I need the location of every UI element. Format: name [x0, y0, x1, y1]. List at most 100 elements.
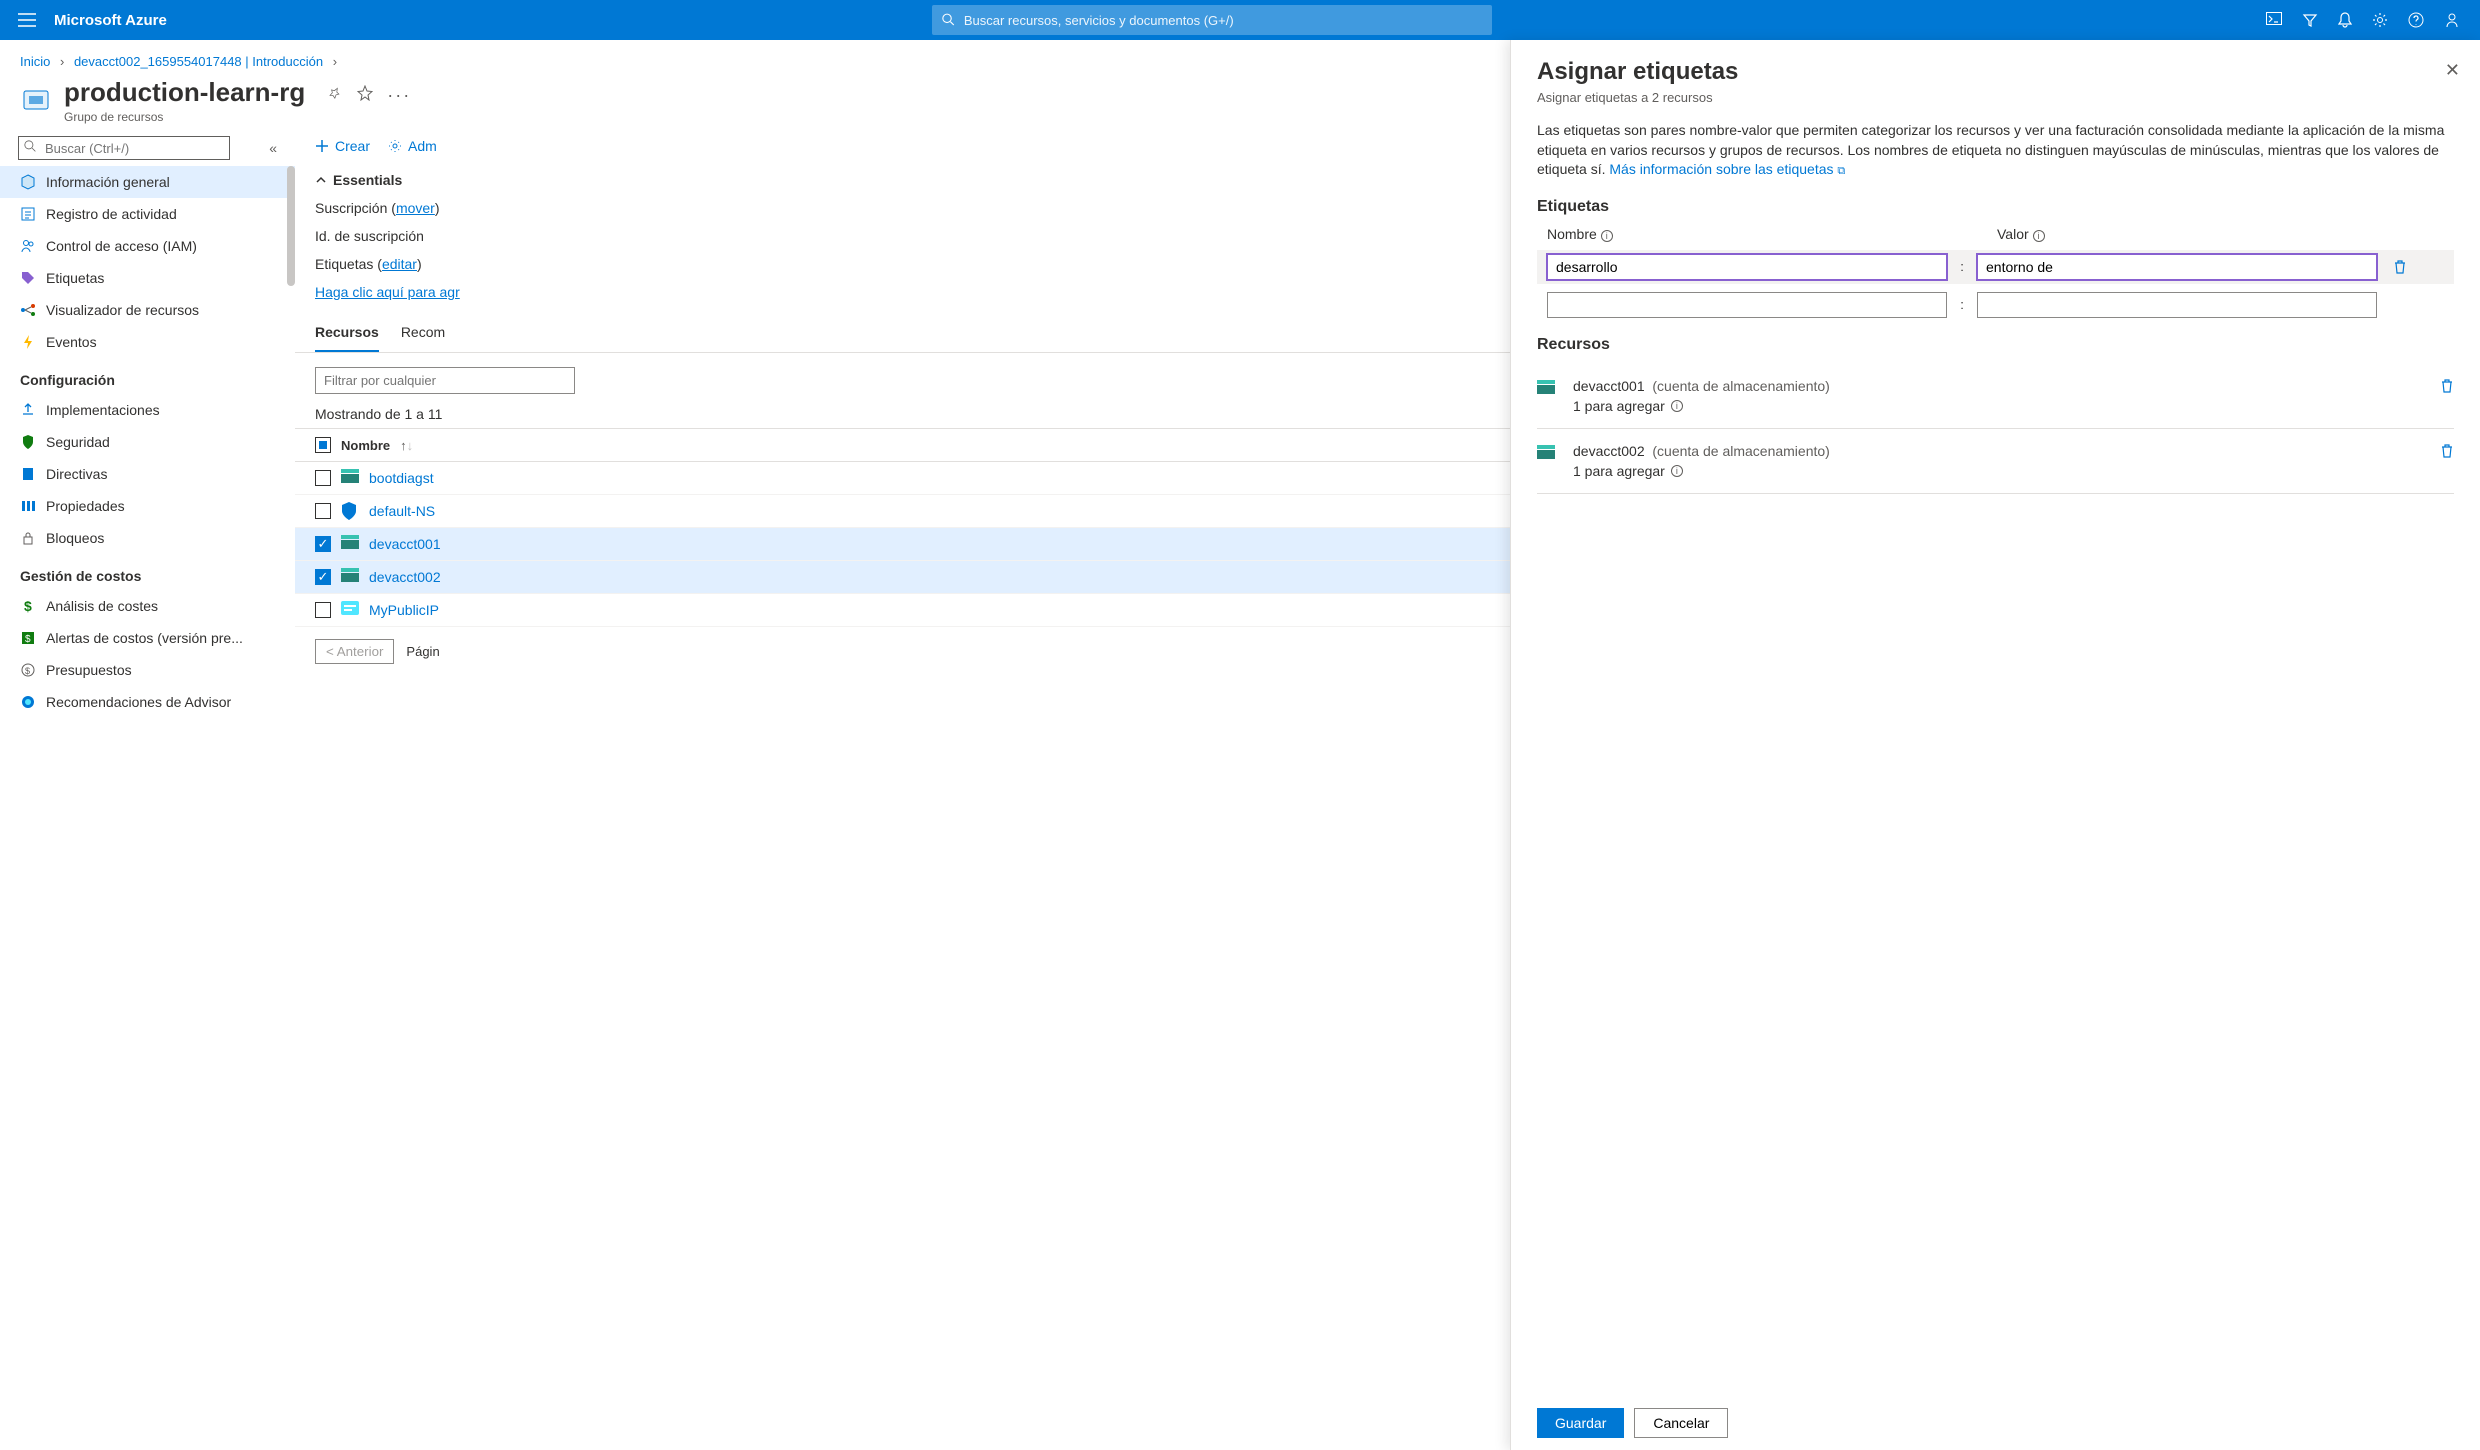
external-link-icon: ⧉ — [1837, 165, 1845, 177]
settings-icon[interactable] — [2364, 4, 2396, 36]
sidebar-item-tags[interactable]: Etiquetas — [0, 262, 295, 294]
tag-name-input[interactable] — [1547, 254, 1947, 280]
delete-tag-icon[interactable] — [2393, 259, 2407, 275]
resource-item: devacct001 (cuenta de almacenamiento)1 p… — [1537, 364, 2454, 429]
panel-subtitle: Asignar etiquetas a 2 recursos — [1537, 90, 2454, 105]
lightning-icon — [20, 334, 36, 350]
tag-icon — [20, 270, 36, 286]
pin-icon[interactable] — [327, 85, 343, 106]
add-tags-link[interactable]: Haga clic aquí para agr — [315, 284, 460, 300]
storage-icon — [1537, 445, 1559, 463]
sidebar-item-activity-log[interactable]: Registro de actividad — [0, 198, 295, 230]
search-icon — [24, 140, 37, 153]
cloud-shell-icon[interactable] — [2258, 4, 2290, 36]
create-button[interactable]: Crear — [315, 138, 370, 154]
resource-name[interactable]: devacct002 — [369, 569, 441, 585]
sidebar-item-resource-visualizer[interactable]: Visualizador de recursos — [0, 294, 295, 326]
svg-text:$: $ — [25, 666, 30, 676]
filter-input[interactable] — [315, 367, 575, 394]
resources-section-heading: Recursos — [1537, 336, 2454, 354]
resource-name[interactable]: devacct001 — [369, 536, 441, 552]
assign-tags-panel: ✕ Asignar etiquetas Asignar etiquetas a … — [1510, 40, 2480, 1450]
sidebar-item-overview[interactable]: Información general — [0, 166, 295, 198]
info-icon[interactable]: i — [2033, 230, 2045, 242]
log-icon — [20, 206, 36, 222]
sidebar-item-events[interactable]: Eventos — [0, 326, 295, 358]
global-search-input[interactable] — [964, 13, 1483, 28]
upload-icon — [20, 402, 36, 418]
sort-icon[interactable]: ↑↓ — [400, 438, 413, 453]
brand-label: Microsoft Azure — [54, 12, 167, 29]
edit-tags-link[interactable]: editar — [382, 256, 417, 272]
sidebar-search-input[interactable] — [18, 136, 230, 160]
resource-item-type: (cuenta de almacenamiento) — [1652, 443, 1829, 459]
sidebar-item-cost-alerts[interactable]: $Alertas de costos (versión pre... — [0, 622, 295, 654]
sidebar-item-cost-analysis[interactable]: $Análisis de costes — [0, 590, 295, 622]
delete-resource-icon[interactable] — [2440, 443, 2454, 459]
ip-icon — [341, 601, 359, 619]
notifications-icon[interactable] — [2330, 4, 2360, 36]
hamburger-icon[interactable] — [12, 7, 42, 33]
sidebar-section-config: Configuración — [0, 358, 295, 394]
move-link[interactable]: mover — [396, 200, 435, 216]
resource-name[interactable]: default-NS — [369, 503, 435, 519]
more-icon[interactable]: ··· — [387, 85, 411, 106]
sidebar-item-advisor[interactable]: Recomendaciones de Advisor — [0, 686, 295, 718]
sidebar-item-locks[interactable]: Bloqueos — [0, 522, 295, 554]
row-checkbox[interactable] — [315, 470, 331, 486]
global-search[interactable] — [932, 5, 1492, 35]
svg-text:$: $ — [24, 598, 32, 614]
sidebar-item-policies[interactable]: Directivas — [0, 458, 295, 490]
row-checkbox[interactable] — [315, 503, 331, 519]
tab-resources[interactable]: Recursos — [315, 324, 379, 352]
tag-col-name: Nombre i — [1547, 226, 1947, 242]
tag-value-input[interactable] — [1977, 292, 2377, 318]
storage-icon — [1537, 380, 1559, 398]
svg-text:$: $ — [25, 634, 31, 645]
filter-icon[interactable] — [2294, 4, 2326, 36]
learn-more-link[interactable]: Más información sobre las etiquetas ⧉ — [1609, 161, 1845, 177]
sidebar-item-deployments[interactable]: Implementaciones — [0, 394, 295, 426]
info-icon[interactable]: i — [1671, 400, 1683, 412]
row-checkbox[interactable]: ✓ — [315, 536, 331, 552]
help-icon[interactable] — [2400, 4, 2432, 36]
sidebar-item-budgets[interactable]: $Presupuestos — [0, 654, 295, 686]
breadcrumb-item[interactable]: devacct002_1659554017448 | Introducción — [74, 54, 323, 69]
storage-icon — [341, 535, 359, 553]
save-button[interactable]: Guardar — [1537, 1408, 1624, 1438]
budget-icon: $ — [20, 662, 36, 678]
info-icon[interactable]: i — [1601, 230, 1613, 242]
tab-recommendations[interactable]: Recom — [401, 324, 445, 352]
breadcrumb-home[interactable]: Inicio — [20, 54, 50, 69]
sidebar: « Información general Registro de activi… — [0, 130, 295, 1450]
collapse-sidebar-icon[interactable]: « — [269, 140, 277, 156]
tag-value-input[interactable] — [1977, 254, 2377, 280]
resource-name[interactable]: MyPublicIP — [369, 602, 439, 618]
sidebar-item-properties[interactable]: Propiedades — [0, 490, 295, 522]
row-checkbox[interactable]: ✓ — [315, 569, 331, 585]
cancel-button[interactable]: Cancelar — [1634, 1408, 1728, 1438]
sidebar-item-security[interactable]: Seguridad — [0, 426, 295, 458]
manage-button[interactable]: Adm — [388, 138, 437, 154]
sidebar-section-cost: Gestión de costos — [0, 554, 295, 590]
col-name[interactable]: Nombre — [341, 438, 390, 453]
storage-icon — [341, 568, 359, 586]
row-checkbox[interactable] — [315, 602, 331, 618]
dollar-icon: $ — [20, 598, 36, 614]
sidebar-item-iam[interactable]: Control de acceso (IAM) — [0, 230, 295, 262]
panel-title: Asignar etiquetas — [1537, 58, 2454, 86]
info-icon[interactable]: i — [1671, 465, 1683, 477]
favorite-icon[interactable] — [357, 85, 373, 106]
page-title: production-learn-rg — [64, 77, 305, 108]
feedback-icon[interactable] — [2436, 4, 2468, 36]
resource-group-icon — [20, 83, 52, 115]
tag-name-input[interactable] — [1547, 292, 1947, 318]
resource-name[interactable]: bootdiagst — [369, 470, 434, 486]
prev-page-button[interactable]: < Anterior — [315, 639, 394, 664]
resource-item-sub: 1 para agregar — [1573, 398, 1665, 414]
close-panel-icon[interactable]: ✕ — [2445, 60, 2460, 81]
sidebar-scrollbar[interactable] — [287, 166, 295, 1450]
delete-resource-icon[interactable] — [2440, 378, 2454, 394]
select-all-checkbox[interactable] — [315, 437, 331, 453]
cube-icon — [20, 174, 36, 190]
